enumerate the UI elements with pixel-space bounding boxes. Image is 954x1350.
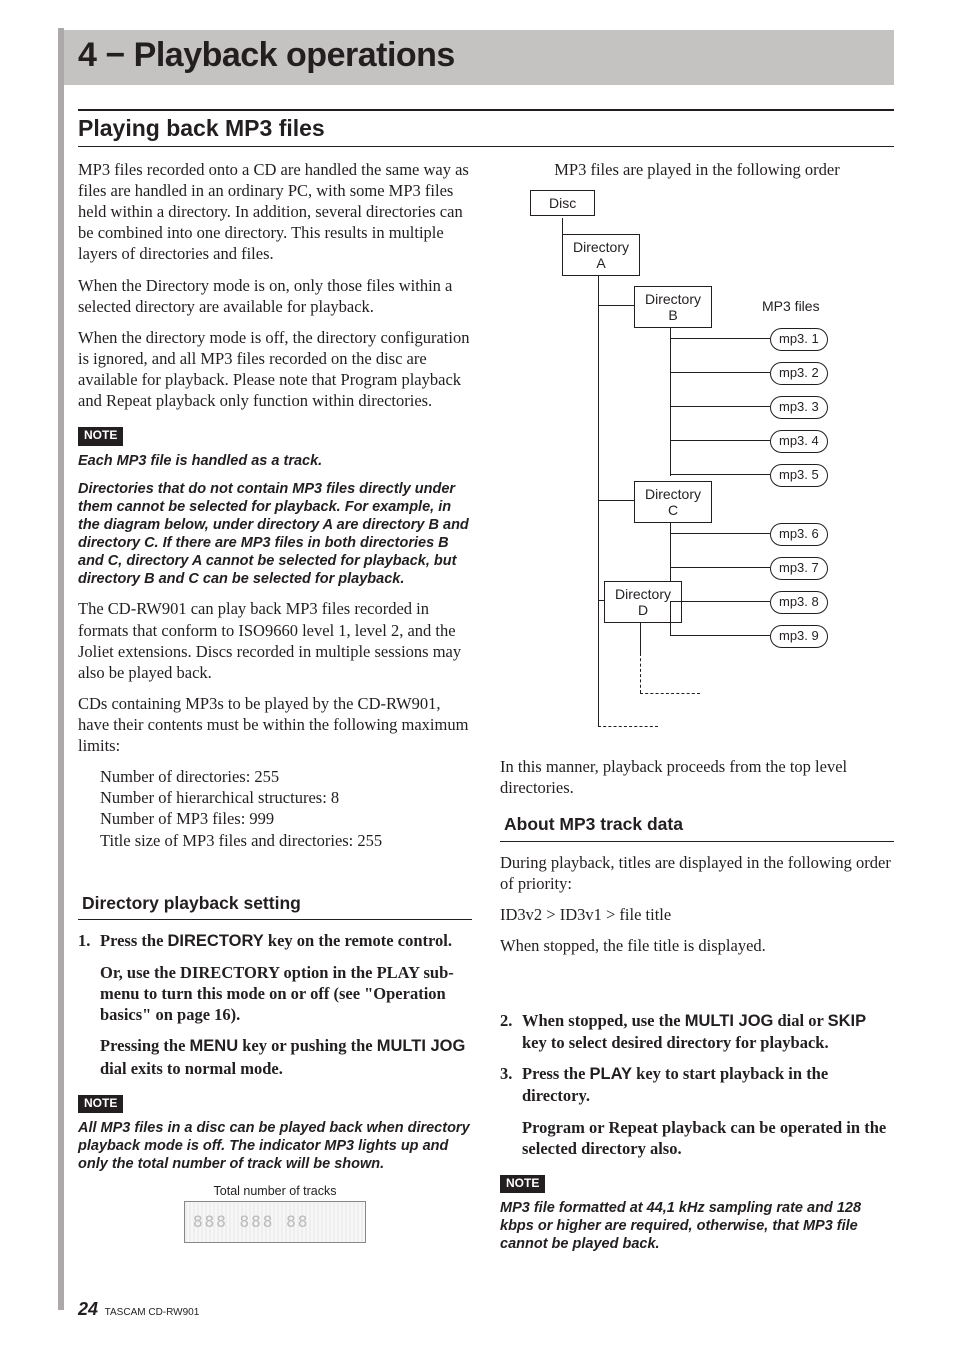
note-label: NOTE <box>500 1175 545 1193</box>
diagram-line <box>670 533 770 534</box>
diagram-line <box>670 601 671 635</box>
footer-model: TASCAM CD-RW901 <box>105 1307 200 1318</box>
body-text: In this manner, playback proceeds from t… <box>500 756 894 798</box>
diagram-line <box>598 276 599 726</box>
step-3: 3. Press the PLAY key to start playback … <box>500 1063 894 1106</box>
step-text: Press the <box>100 931 168 950</box>
note-label: NOTE <box>78 1095 123 1113</box>
diagram-file: mp3. 8 <box>770 591 828 614</box>
diagram-line <box>670 635 770 636</box>
diagram-file: mp3. 6 <box>770 523 828 546</box>
diagram-box-dir-b: Directory B <box>634 286 712 328</box>
diagram-line <box>670 338 770 339</box>
diagram-line <box>670 440 770 441</box>
section-heading: Playing back MP3 files <box>78 109 894 147</box>
body-text: When stopped, the file title is displaye… <box>500 935 894 956</box>
limit-item: Number of directories: 255 <box>100 766 472 787</box>
key-name: MENU <box>190 1037 239 1055</box>
diagram-line <box>670 406 770 407</box>
right-column: MP3 files are played in the following or… <box>500 159 894 1264</box>
body-text: ID3v2 > ID3v1 > file title <box>500 904 894 925</box>
note-text: Each MP3 file is handled as a track. <box>78 452 472 470</box>
limits-list: Number of directories: 255 Number of hie… <box>100 766 472 850</box>
note-text: All MP3 files in a disc can be played ba… <box>78 1119 472 1173</box>
diagram-box-disc: Disc <box>530 190 595 216</box>
body-text: The CD-RW901 can play back MP3 files rec… <box>78 598 472 682</box>
subheading-about-mp3: About MP3 track data <box>500 810 894 841</box>
diagram-line <box>598 500 634 501</box>
lcd-illustration <box>184 1201 366 1243</box>
body-text: MP3 files recorded onto a CD are handled… <box>78 159 472 265</box>
diagram-file: mp3. 4 <box>770 430 828 453</box>
body-text: CDs containing MP3s to be played by the … <box>78 693 472 756</box>
diagram-line <box>670 567 770 568</box>
chapter-title: 4 − Playback operations <box>64 30 894 85</box>
diagram-line <box>640 623 641 653</box>
diagram-line <box>670 328 671 476</box>
diagram-line-dashed <box>598 668 599 726</box>
diagram-line <box>670 474 770 475</box>
body-text: When the Directory mode is on, only thos… <box>78 275 472 317</box>
diagram-line-dashed <box>598 726 658 727</box>
step-sub: Program or Repeat playback can be operat… <box>522 1117 894 1159</box>
key-name: PLAY <box>590 1065 633 1083</box>
diagram-file: mp3. 5 <box>770 464 828 487</box>
page-footer: 24 TASCAM CD-RW901 <box>78 1299 199 1320</box>
note-text: Directories that do not contain MP3 file… <box>78 480 472 589</box>
key-name: DIRECTORY <box>168 932 264 950</box>
subheading-directory-playback: Directory playback setting <box>78 889 472 920</box>
step-2: 2. When stopped, use the MULTI JOG dial … <box>500 1010 894 1053</box>
diagram-line <box>598 305 634 306</box>
diagram-file: mp3. 2 <box>770 362 828 385</box>
step-1: 1. Press the DIRECTORY key on the remote… <box>78 930 472 952</box>
step-sub: Or, use the DIRECTORY option in the PLAY… <box>100 962 472 1025</box>
diagram-line <box>670 372 770 373</box>
step-text: key on the remote control. <box>264 931 452 950</box>
left-edge-bar <box>58 28 64 1310</box>
diagram-file: mp3. 3 <box>770 396 828 419</box>
diagram-file: mp3. 1 <box>770 328 828 351</box>
diagram-line <box>670 601 770 602</box>
diagram-line-dashed <box>640 653 641 693</box>
key-name: SKIP <box>828 1012 867 1030</box>
directory-diagram: Disc Directory A Directory B MP3 files m… <box>500 190 894 750</box>
diagram-intro: MP3 files are played in the following or… <box>500 159 894 180</box>
body-text: During playback, titles are displayed in… <box>500 852 894 894</box>
page-number: 24 <box>78 1299 98 1319</box>
key-name: MULTI JOG <box>377 1037 466 1055</box>
limit-item: Number of hierarchical structures: 8 <box>100 787 472 808</box>
left-column: MP3 files recorded onto a CD are handled… <box>78 159 472 1264</box>
diagram-file: mp3. 7 <box>770 557 828 580</box>
body-text: When the directory mode is off, the dire… <box>78 327 472 411</box>
note-label: NOTE <box>78 427 123 445</box>
limit-item: Title size of MP3 files and directories:… <box>100 830 472 851</box>
diagram-box-dir-c: Directory C <box>634 481 712 523</box>
step-sub: Pressing the MENU key or pushing the MUL… <box>100 1035 472 1078</box>
diagram-box-dir-a: Directory A <box>562 234 640 276</box>
diagram-line <box>562 218 563 234</box>
diagram-file: mp3. 9 <box>770 625 828 648</box>
note-text: MP3 file formatted at 44,1 kHz sampling … <box>500 1199 894 1253</box>
key-name: MULTI JOG <box>685 1012 774 1030</box>
lcd-caption: Total number of tracks <box>78 1183 472 1199</box>
diagram-label-mp3files: MP3 files <box>762 298 820 316</box>
limit-item: Number of MP3 files: 999 <box>100 808 472 829</box>
diagram-line-dashed <box>640 693 700 694</box>
